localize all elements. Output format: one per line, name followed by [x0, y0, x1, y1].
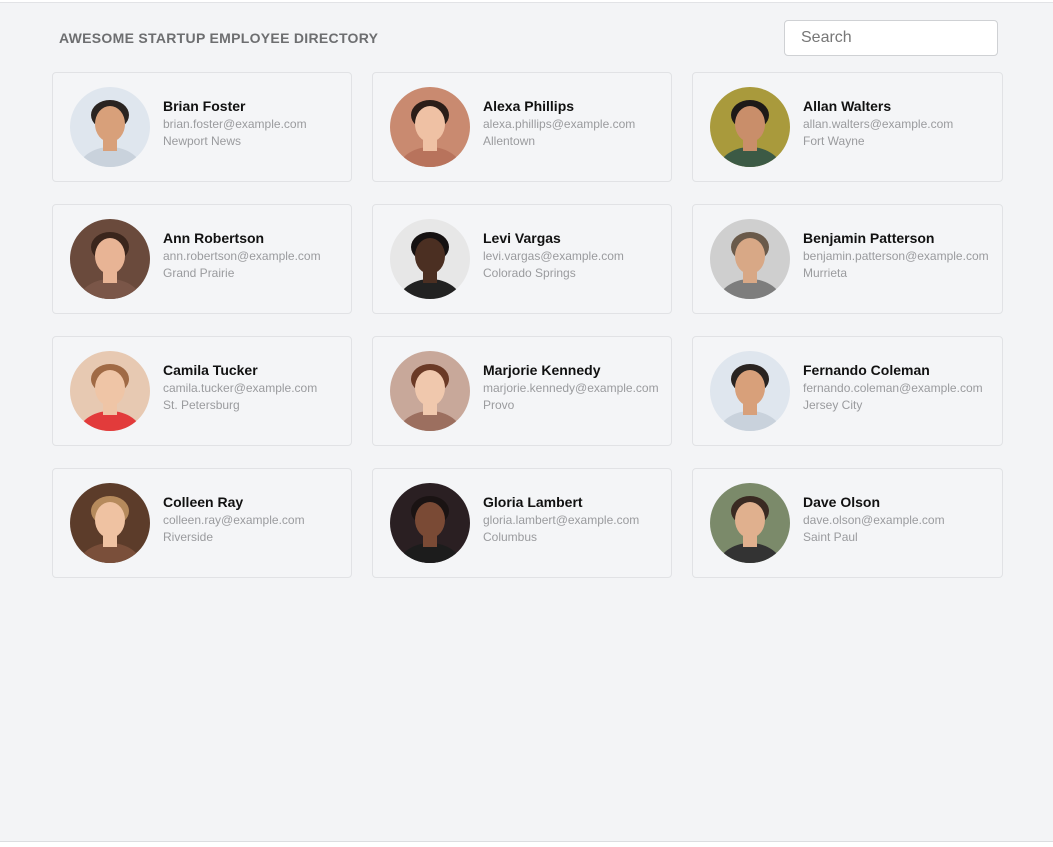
- employee-avatar: [390, 483, 470, 563]
- employee-city: Jersey City: [803, 398, 863, 412]
- employee-name: Brian Foster: [163, 98, 246, 114]
- employee-info: Levi Vargas levi.vargas@example.com Colora…: [483, 228, 624, 282]
- employee-city: Fort Wayne: [803, 134, 865, 148]
- employee-card[interactable]: Dave Olson dave.olson@example.com Saint Pa…: [692, 468, 1003, 578]
- employee-card[interactable]: Gloria Lambert gloria.lambert@example.com…: [372, 468, 672, 578]
- employee-email: levi.vargas@example.com: [483, 249, 624, 263]
- employee-avatar: [70, 483, 150, 563]
- employee-info: Colleen Ray colleen.ray@example.com Rivers…: [163, 492, 305, 546]
- employee-card[interactable]: Ann Robertson ann.robertson@example.com Gr…: [52, 204, 352, 314]
- employee-avatar: [70, 87, 150, 167]
- employee-name: Marjorie Kennedy: [483, 362, 601, 378]
- page-title: AWESOME STARTUP EMPLOYEE DIRECTORY: [59, 30, 379, 46]
- employee-card[interactable]: Allan Walters allan.walters@example.com Fo…: [692, 72, 1003, 182]
- employee-email: alexa.phillips@example.com: [483, 117, 636, 131]
- employee-avatar: [710, 351, 790, 431]
- employee-email: ann.robertson@example.com: [163, 249, 321, 263]
- employee-name: Gloria Lambert: [483, 494, 583, 510]
- search-input[interactable]: [784, 20, 998, 56]
- employee-name: Dave Olson: [803, 494, 881, 510]
- employee-card[interactable]: Brian Foster brian.foster@example.com Newp…: [52, 72, 352, 182]
- employee-name: Levi Vargas: [483, 230, 561, 246]
- employee-info: Ann Robertson ann.robertson@example.com Gr…: [163, 228, 321, 282]
- employee-avatar: [70, 219, 150, 299]
- employee-city: Provo: [483, 398, 515, 412]
- employee-city: Murrieta: [803, 266, 848, 280]
- employee-info: Camila Tucker camila.tucker@example.com St…: [163, 360, 317, 414]
- employee-avatar: [390, 219, 470, 299]
- employee-grid: Brian Foster brian.foster@example.com Newp…: [52, 72, 1004, 578]
- employee-email: allan.walters@example.com: [803, 117, 954, 131]
- employee-info: Allan Walters allan.walters@example.com Fo…: [803, 96, 953, 150]
- employee-info: Gloria Lambert gloria.lambert@example.com…: [483, 492, 639, 546]
- employee-card[interactable]: Camila Tucker camila.tucker@example.com St…: [52, 336, 352, 446]
- employee-city: St. Petersburg: [163, 398, 240, 412]
- employee-name: Colleen Ray: [163, 494, 244, 510]
- employee-city: Columbus: [483, 530, 538, 544]
- employee-email: camila.tucker@example.com: [163, 381, 318, 395]
- employee-avatar: [70, 351, 150, 431]
- employee-info: Alexa Phillips alexa.phillips@example.com…: [483, 96, 635, 150]
- employee-email: gloria.lambert@example.com: [483, 513, 640, 527]
- employee-name: Ann Robertson: [163, 230, 265, 246]
- employee-city: Newport News: [163, 134, 242, 148]
- employee-city: Allentown: [483, 134, 536, 148]
- employee-email: colleen.ray@example.com: [163, 513, 305, 527]
- employee-email: fernando.coleman@example.com: [803, 381, 983, 395]
- employee-info: Benjamin Patterson benjamin.patterson@exa…: [803, 228, 989, 282]
- employee-avatar: [710, 219, 790, 299]
- employee-info: Fernando Coleman fernando.coleman@example…: [803, 360, 983, 414]
- employee-card[interactable]: Levi Vargas levi.vargas@example.com Colora…: [372, 204, 672, 314]
- employee-avatar: [710, 87, 790, 167]
- employee-city: Saint Paul: [803, 530, 858, 544]
- employee-email: marjorie.kennedy@example.com: [483, 381, 659, 395]
- employee-card[interactable]: Fernando Coleman fernando.coleman@example…: [692, 336, 1003, 446]
- employee-name: Fernando Coleman: [803, 362, 930, 378]
- employee-email: dave.olson@example.com: [803, 513, 945, 527]
- employee-email: brian.foster@example.com: [163, 117, 307, 131]
- employee-city: Grand Prairie: [163, 266, 235, 280]
- employee-avatar: [390, 351, 470, 431]
- employee-info: Brian Foster brian.foster@example.com Newp…: [163, 96, 307, 150]
- employee-info: Marjorie Kennedy marjorie.kennedy@example…: [483, 360, 659, 414]
- employee-city: Colorado Springs: [483, 266, 576, 280]
- employee-name: Camila Tucker: [163, 362, 258, 378]
- employee-card[interactable]: Marjorie Kennedy marjorie.kennedy@example…: [372, 336, 672, 446]
- employee-name: Allan Walters: [803, 98, 892, 114]
- employee-info: Dave Olson dave.olson@example.com Saint Pa…: [803, 492, 945, 546]
- employee-avatar: [710, 483, 790, 563]
- page: AWESOME STARTUP EMPLOYEE DIRECTORY Brian…: [0, 2, 1053, 842]
- employee-card[interactable]: Alexa Phillips alexa.phillips@example.com…: [372, 72, 672, 182]
- employee-name: Benjamin Patterson: [803, 230, 935, 246]
- employee-card[interactable]: Colleen Ray colleen.ray@example.com Rivers…: [52, 468, 352, 578]
- employee-name: Alexa Phillips: [483, 98, 575, 114]
- employee-avatar: [390, 87, 470, 167]
- employee-city: Riverside: [163, 530, 214, 544]
- employee-card[interactable]: Benjamin Patterson benjamin.patterson@exa…: [692, 204, 1003, 314]
- employee-email: benjamin.patterson@example.com: [803, 249, 989, 263]
